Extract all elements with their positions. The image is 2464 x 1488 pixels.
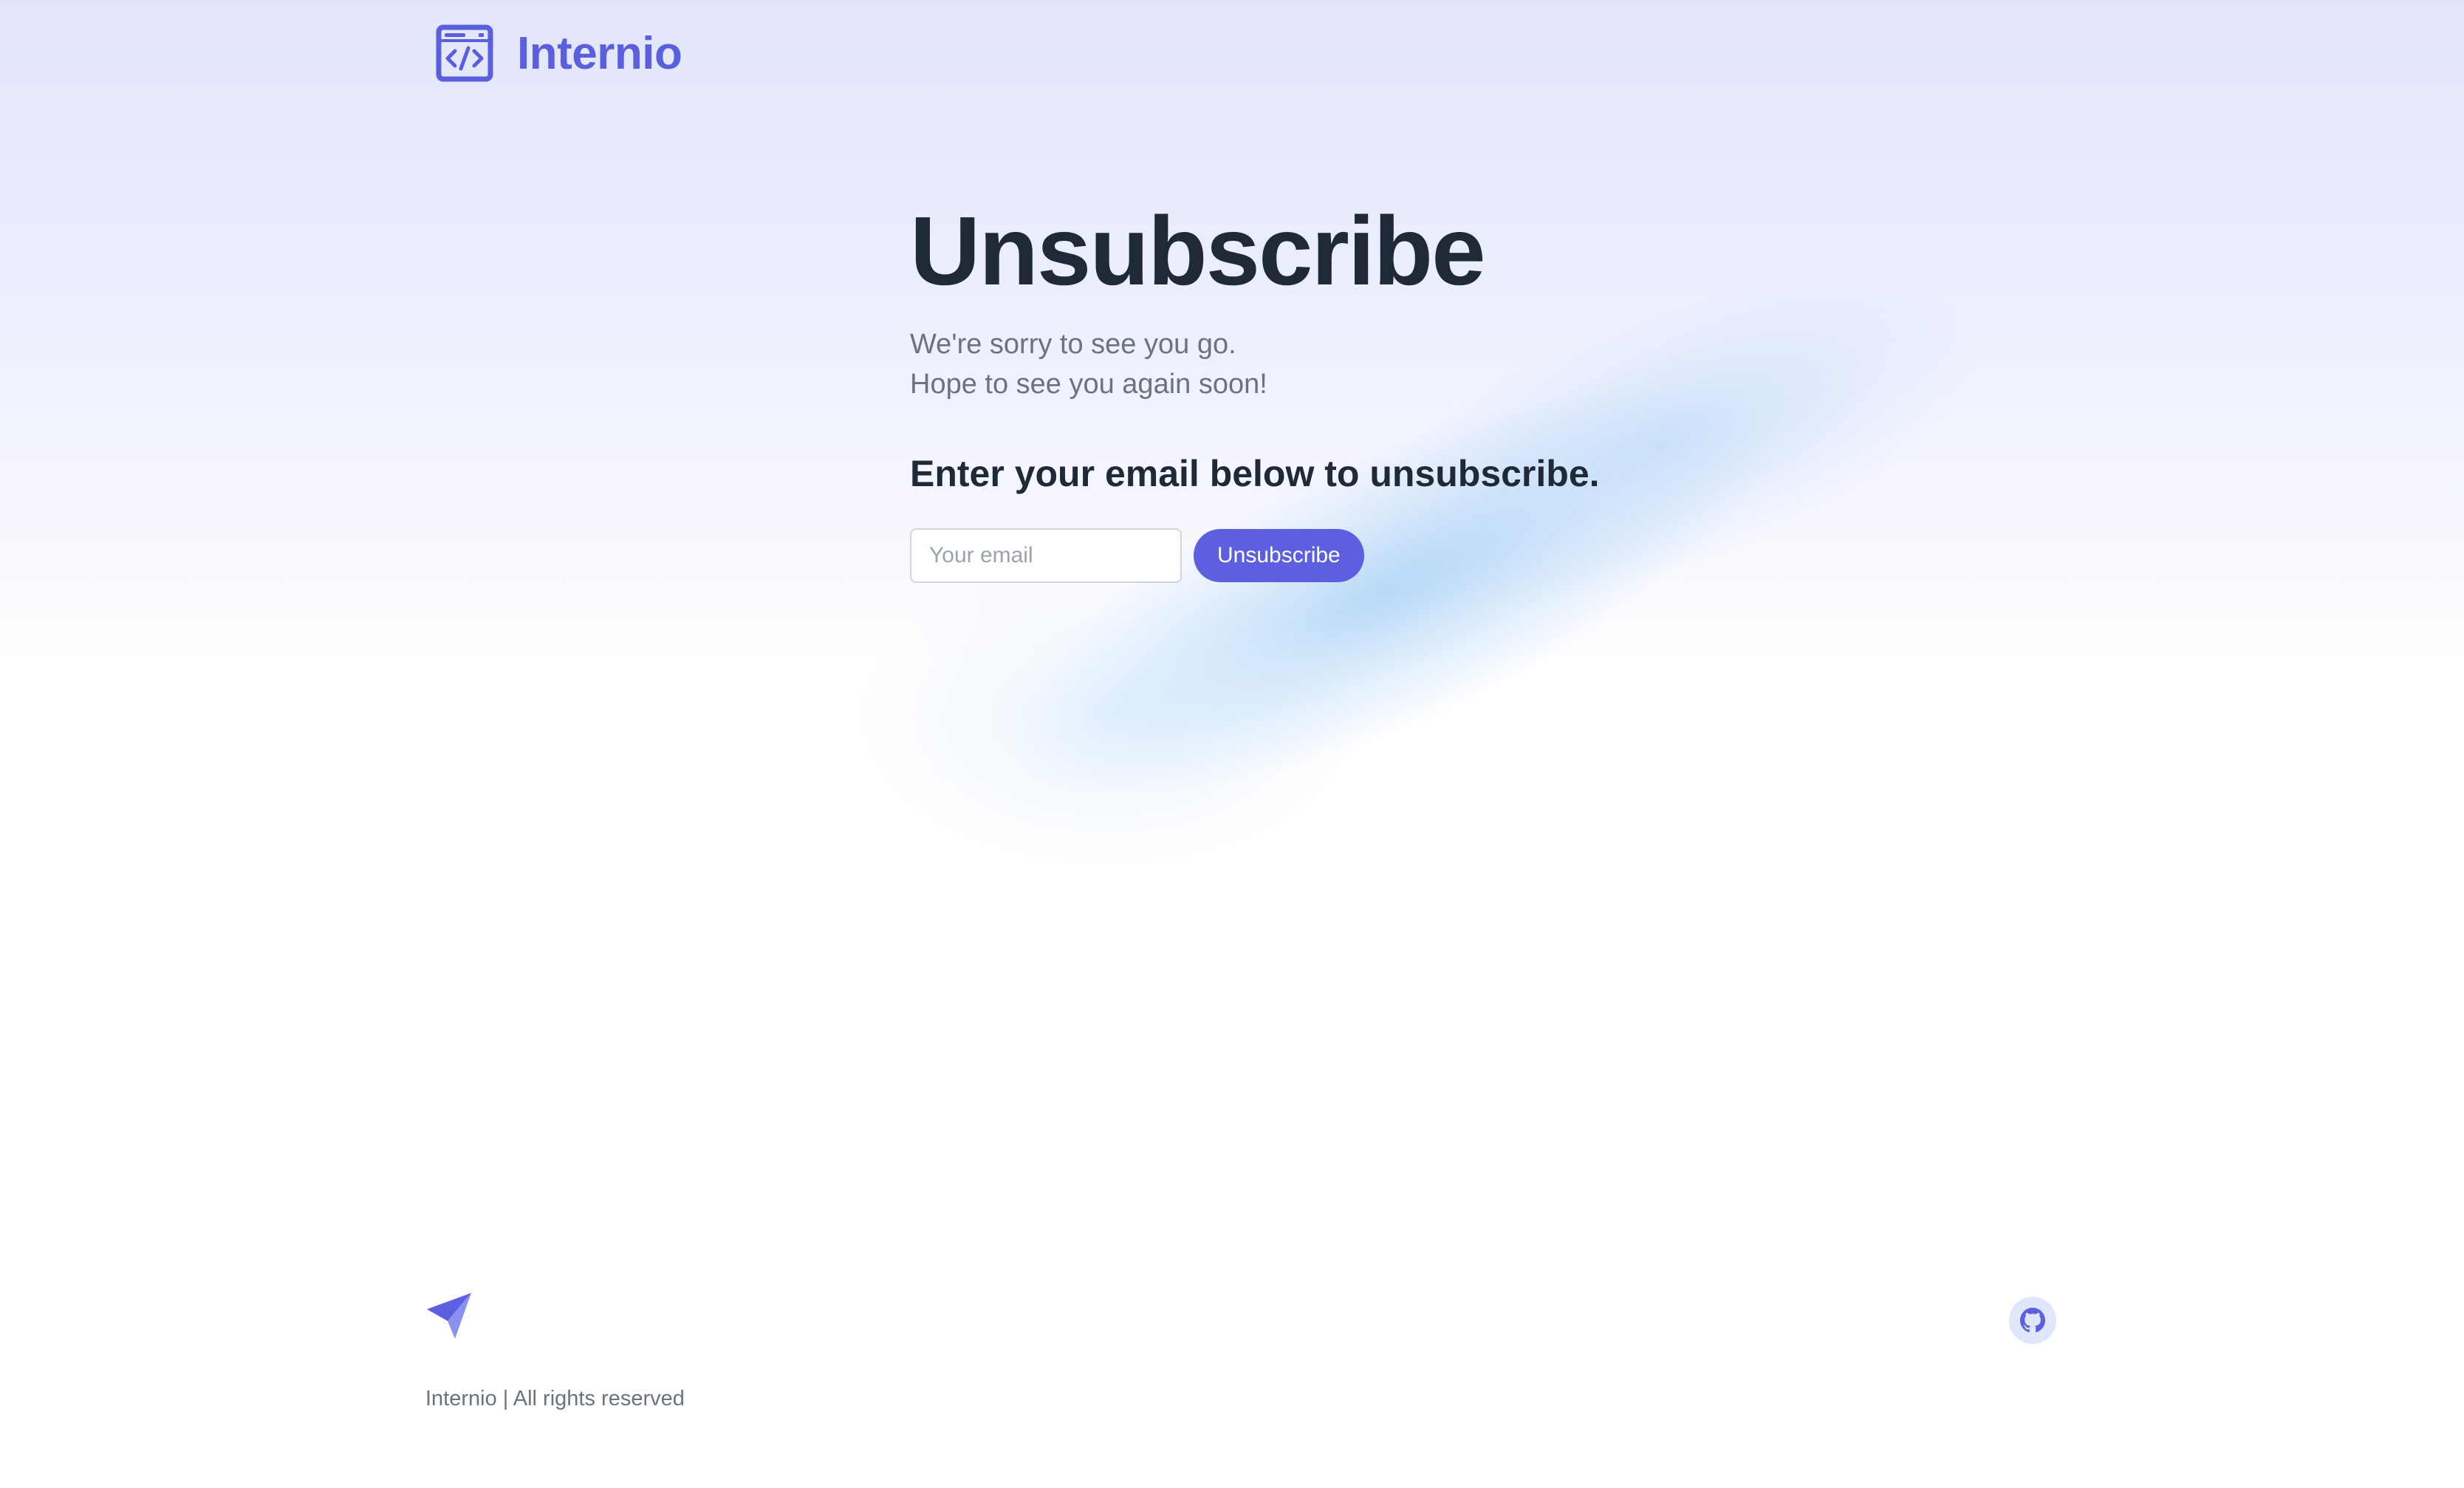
paper-plane-icon[interactable] [425, 1291, 473, 1339]
unsubscribe-button[interactable]: Unsubscribe [1194, 529, 1364, 582]
github-link[interactable] [2009, 1297, 2056, 1344]
site-header: Internio [436, 24, 682, 83]
background-glow [849, 562, 1366, 872]
github-icon [2020, 1308, 2045, 1333]
unsubscribe-page: Internio Unsubscribe We're sorry to see … [0, 0, 2464, 1488]
email-input[interactable] [910, 528, 1182, 583]
unsubscribe-form: Unsubscribe [910, 528, 1722, 583]
email-prompt: Enter your email below to unsubscribe. [910, 453, 1600, 494]
code-window-icon[interactable] [436, 24, 493, 82]
subtitle-line-1: We're sorry to see you go. [910, 329, 1236, 360]
unsubscribe-section: Unsubscribe We're sorry to see you go. H… [910, 196, 1722, 583]
page-title: Unsubscribe [910, 197, 1486, 305]
subtitle: We're sorry to see you go. Hope to see y… [910, 324, 1722, 404]
subtitle-line-2: Hope to see you again soon! [910, 369, 1267, 400]
copyright-text: Internio | All rights reserved [425, 1387, 685, 1410]
brand-name-link[interactable]: Internio [517, 27, 682, 80]
